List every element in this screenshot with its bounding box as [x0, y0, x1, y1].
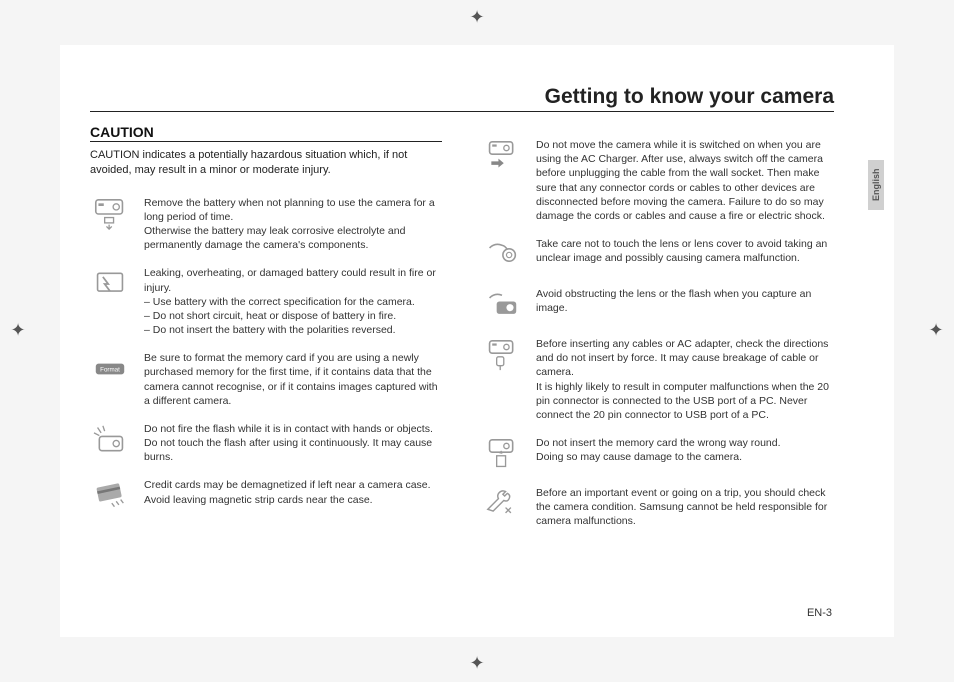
battery-leak-icon [90, 266, 130, 302]
caution-item-text: Credit cards may be demagnetized if left… [144, 478, 442, 506]
page-title: Getting to know your camera [90, 85, 834, 112]
caution-item-text: Remove the battery when not planning to … [144, 196, 442, 253]
hand-flash-icon [482, 287, 522, 323]
caution-item-text: Before inserting any cables or AC adapte… [536, 337, 834, 422]
caution-item: Leaking, overheating, or damaged battery… [90, 266, 442, 337]
left-column: CAUTION CAUTION indicates a potentially … [90, 124, 442, 543]
credit-card-magnet-icon [90, 478, 130, 514]
camera-cable-icon [482, 337, 522, 373]
caution-heading: CAUTION [90, 124, 442, 142]
caution-item-text: Do not move the camera while it is switc… [536, 138, 834, 223]
caution-item: Credit cards may be demagnetized if left… [90, 478, 442, 514]
wrench-check-icon [482, 486, 522, 522]
caution-item: Remove the battery when not planning to … [90, 196, 442, 253]
camera-plug-icon [482, 138, 522, 174]
caution-item-text: Be sure to format the memory card if you… [144, 351, 442, 408]
memory-card-insert-icon [482, 436, 522, 472]
caution-item-text: Do not fire the flash while it is in con… [144, 422, 442, 465]
caution-intro: CAUTION indicates a potentially hazardou… [90, 148, 442, 178]
caution-item: Do not fire the flash while it is in con… [90, 422, 442, 465]
hand-lens-icon [482, 237, 522, 273]
caution-item: Do not move the camera while it is switc… [482, 138, 834, 223]
svg-text:Format: Format [100, 367, 120, 374]
caution-item: Before an important event or going on a … [482, 486, 834, 529]
format-card-icon: Format [90, 351, 130, 387]
camera-battery-down-icon [90, 196, 130, 232]
caution-item-text: Take care not to touch the lens or lens … [536, 237, 834, 265]
right-column: Do not move the camera while it is switc… [482, 124, 834, 543]
crop-mark-right: ✦ [926, 321, 946, 341]
caution-item: Avoid obstructing the lens or the flash … [482, 287, 834, 323]
manual-page: Getting to know your camera English CAUT… [60, 45, 894, 637]
caution-item-text: Do not insert the memory card the wrong … [536, 436, 834, 464]
content-columns: CAUTION CAUTION indicates a potentially … [90, 124, 834, 543]
caution-item: Do not insert the memory card the wrong … [482, 436, 834, 472]
crop-mark-bottom: ✦ [467, 654, 487, 674]
caution-item-text: Leaking, overheating, or damaged battery… [144, 266, 442, 337]
flash-burn-icon [90, 422, 130, 458]
page-number: EN-3 [807, 607, 832, 619]
caution-item: Before inserting any cables or AC adapte… [482, 337, 834, 422]
caution-item-text: Avoid obstructing the lens or the flash … [536, 287, 834, 315]
crop-mark-left: ✦ [8, 321, 28, 341]
caution-item: Format Be sure to format the memory card… [90, 351, 442, 408]
language-tab: English [868, 160, 884, 210]
caution-item-text: Before an important event or going on a … [536, 486, 834, 529]
caution-item: Take care not to touch the lens or lens … [482, 237, 834, 273]
crop-mark-top: ✦ [467, 8, 487, 28]
